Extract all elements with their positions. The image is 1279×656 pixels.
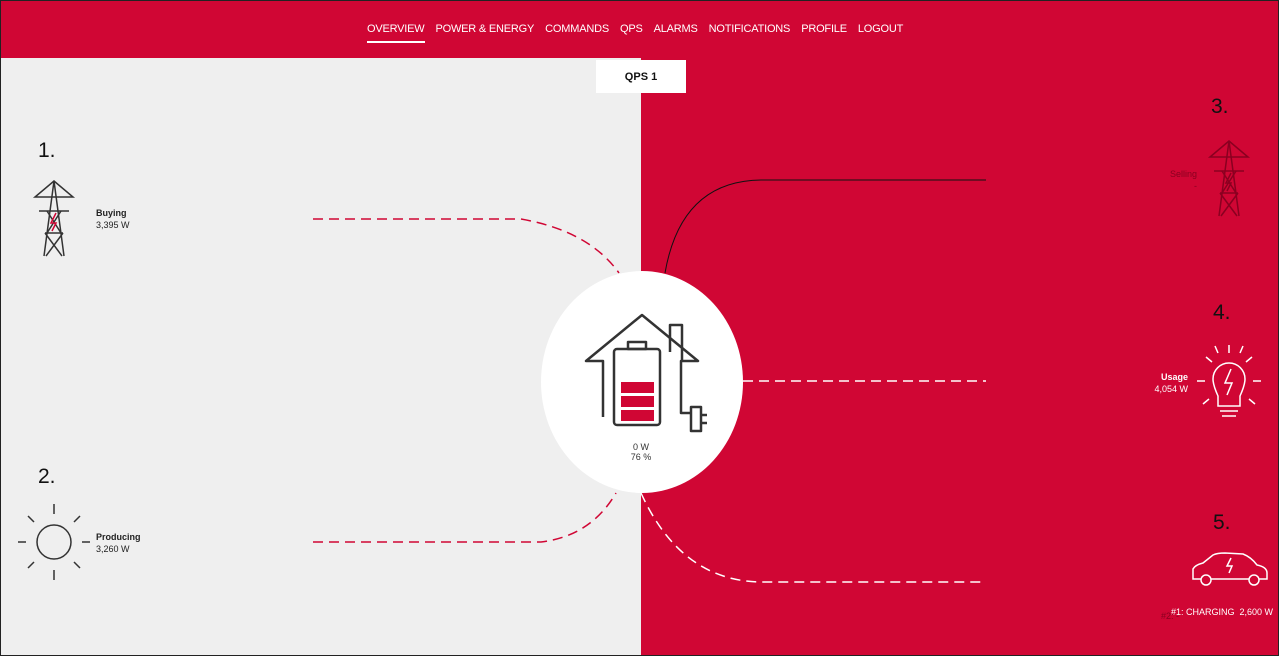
electric-car-icon: [1192, 552, 1268, 586]
ev-charger-2: #2: -: [1161, 611, 1180, 621]
ev-charger-1: #1: CHARGING 2,600 W: [1171, 607, 1274, 617]
app-frame: OVERVIEW POWER & ENERGY COMMANDS QPS ALA…: [0, 0, 1279, 656]
